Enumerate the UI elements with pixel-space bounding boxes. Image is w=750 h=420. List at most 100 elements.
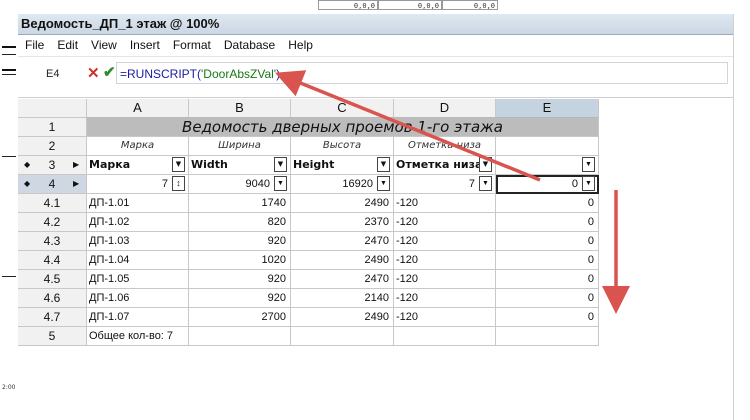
column-header-e[interactable]: E [496, 99, 599, 118]
cell[interactable]: 0 [496, 232, 599, 251]
cell[interactable] [496, 327, 599, 346]
summary-cell[interactable]: Общее кол-во: 7 [87, 327, 189, 346]
cell[interactable]: 0 [496, 213, 599, 232]
cell[interactable]: Отметка низа [394, 137, 496, 156]
cell[interactable]: 2490 [291, 308, 394, 327]
confirm-icon[interactable]: ✔ [103, 63, 116, 81]
row-header[interactable]: 4.6 [18, 289, 87, 308]
cell[interactable]: Отметка низа ▼ [394, 156, 496, 175]
column-header-d[interactable]: D [394, 99, 496, 118]
cell[interactable]: Высота [291, 137, 394, 156]
cell[interactable]: Марка [87, 137, 189, 156]
dropdown-arrow-icon[interactable]: ▼ [479, 157, 492, 172]
cell[interactable]: 0 [496, 251, 599, 270]
row-header[interactable]: 4.2 [18, 213, 87, 232]
dropdown-arrow-icon[interactable]: ▼ [377, 157, 390, 172]
formula-input[interactable]: =RUNSCRIPT('DoorAbsZVal') [116, 62, 728, 84]
cell[interactable]: ДП-1.05 [87, 270, 189, 289]
dropdown-arrow-icon[interactable]: ▼ [582, 157, 595, 172]
row-header[interactable]: 4.3 [18, 232, 87, 251]
cell[interactable]: 9040 ▼ [189, 175, 291, 194]
menu-format[interactable]: Format [166, 35, 217, 56]
cell[interactable]: -120 [394, 251, 496, 270]
cell[interactable]: ДП-1.03 [87, 232, 189, 251]
cell[interactable]: 2490 [291, 194, 394, 213]
menu-database[interactable]: Database [217, 35, 281, 56]
cell[interactable]: ДП-1.02 [87, 213, 189, 232]
cell[interactable]: ДП-1.01 [87, 194, 189, 213]
cell[interactable]: 2700 [189, 308, 291, 327]
row-header[interactable]: ◆ 4 ▶ [18, 175, 87, 194]
row-header[interactable]: 1 [18, 118, 87, 137]
select-all-corner[interactable] [18, 99, 87, 118]
window-title: Ведомость_ДП_1 этаж @ 100% [18, 14, 733, 35]
cell[interactable]: -120 [394, 232, 496, 251]
cell[interactable]: Марка ▼ [87, 156, 189, 175]
cell[interactable]: 16920 ▼ [291, 175, 394, 194]
row-header[interactable]: ◆ 3 ▶ [18, 156, 87, 175]
cell[interactable]: 2490 [291, 251, 394, 270]
row-header[interactable]: 4.7 [18, 308, 87, 327]
cell[interactable]: 1740 [189, 194, 291, 213]
dropdown-arrow-icon[interactable]: ▼ [479, 176, 492, 191]
row-header[interactable]: 5 [18, 327, 87, 346]
cell[interactable]: Height ▼ [291, 156, 394, 175]
cell[interactable]: -120 [394, 270, 496, 289]
dropdown-arrow-icon[interactable]: ▼ [274, 157, 287, 172]
menu-insert[interactable]: Insert [123, 35, 166, 56]
cell[interactable]: 920 [189, 289, 291, 308]
cell[interactable]: 2470 [291, 232, 394, 251]
cell[interactable]: -120 [394, 308, 496, 327]
left-gutter: 2:00 [0, 14, 19, 420]
cell[interactable]: 1020 [189, 251, 291, 270]
cell[interactable]: ДП-1.04 [87, 251, 189, 270]
spreadsheet-window: Ведомость_ДП_1 этаж @ 100% File Edit View I… [18, 14, 733, 420]
cell[interactable]: 2470 [291, 270, 394, 289]
cell[interactable]: ▼ [496, 156, 599, 175]
column-header-b[interactable]: B [189, 99, 291, 118]
row-header[interactable]: 4.4 [18, 251, 87, 270]
cancel-icon[interactable]: ✕ [87, 64, 100, 82]
dropdown-arrow-icon[interactable]: ▼ [377, 176, 390, 191]
cell[interactable]: Ширина [189, 137, 291, 156]
sort-icon[interactable]: ↕ [172, 176, 185, 191]
menu-edit[interactable]: Edit [50, 35, 84, 56]
cell[interactable]: 0 [496, 270, 599, 289]
dropdown-arrow-icon[interactable]: ▼ [172, 157, 185, 172]
row-header[interactable]: 4.5 [18, 270, 87, 289]
row-header[interactable]: 4.1 [18, 194, 87, 213]
cell[interactable]: ДП-1.06 [87, 289, 189, 308]
cell[interactable]: ДП-1.07 [87, 308, 189, 327]
menu-file[interactable]: File [18, 35, 50, 56]
cell[interactable]: 7 ↕ [87, 175, 189, 194]
menu-help[interactable]: Help [281, 35, 319, 56]
cell[interactable]: -120 [394, 194, 496, 213]
background-strip: 0,0,0 0,0,0 0,0,0 [0, 0, 750, 14]
cell[interactable] [394, 327, 496, 346]
cell[interactable] [189, 327, 291, 346]
row-header[interactable]: 2 [18, 137, 87, 156]
cell[interactable]: -120 [394, 213, 496, 232]
sheet-title[interactable]: Ведомость дверных проемов 1-го этажа [87, 118, 599, 137]
column-header-a[interactable]: A [87, 99, 189, 118]
cell[interactable]: 0 [496, 308, 599, 327]
selected-cell-e4[interactable]: 0 ▼ [496, 175, 599, 194]
cell[interactable]: 0 [496, 194, 599, 213]
cell[interactable]: 2370 [291, 213, 394, 232]
menu-view[interactable]: View [84, 35, 123, 56]
cell-reference[interactable]: E4 [46, 68, 59, 80]
cell[interactable]: -120 [394, 289, 496, 308]
cell[interactable]: 7 ▼ [394, 175, 496, 194]
cell[interactable]: 0 [496, 289, 599, 308]
formula-bar: E4 ✕ ✔ =RUNSCRIPT('DoorAbsZVal') [18, 57, 733, 98]
cell[interactable]: 2140 [291, 289, 394, 308]
dropdown-arrow-icon[interactable]: ▼ [274, 176, 287, 191]
cell[interactable] [291, 327, 394, 346]
column-header-c[interactable]: C [291, 99, 394, 118]
cell[interactable]: 920 [189, 232, 291, 251]
cell[interactable]: 820 [189, 213, 291, 232]
cell[interactable] [496, 137, 599, 156]
cell[interactable]: 920 [189, 270, 291, 289]
cell[interactable]: Width ▼ [189, 156, 291, 175]
dropdown-arrow-icon[interactable]: ▼ [582, 176, 595, 191]
